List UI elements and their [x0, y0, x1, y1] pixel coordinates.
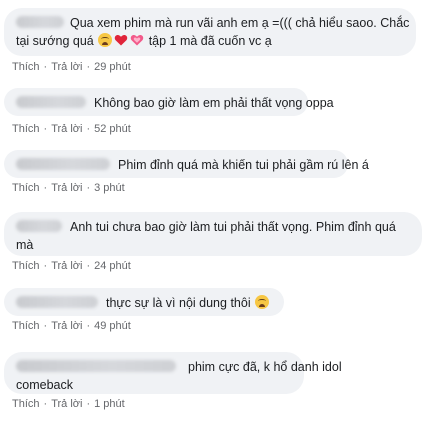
crying-face-icon [98, 33, 113, 47]
comment-text: tại sướng quá [16, 34, 94, 48]
comment-feed: Qua xem phim mà run vãi anh em ạ =((( ch… [0, 0, 442, 424]
like-button[interactable]: Thích [12, 398, 40, 410]
commenter-name[interactable] [16, 220, 62, 232]
comment-text: thực sự là vì nội dung thôi [106, 296, 251, 310]
separator-dot: · [86, 61, 91, 73]
like-button[interactable]: Thích [12, 123, 40, 135]
separator-dot: · [43, 182, 48, 194]
comment-actions: Thích · Trả lời · 3 phút [12, 182, 125, 194]
separator-dot: · [86, 182, 91, 194]
separator-dot: · [43, 61, 48, 73]
commenter-name[interactable] [16, 296, 98, 308]
like-button[interactable]: Thích [12, 61, 40, 73]
like-button[interactable]: Thích [12, 260, 40, 272]
comment-timestamp[interactable]: 1 phút [94, 398, 125, 410]
comment-timestamp[interactable]: 52 phút [94, 123, 131, 135]
comment-timestamp[interactable]: 3 phút [94, 182, 125, 194]
commenter-name[interactable] [16, 360, 176, 372]
comment-text: tập 1 mà đã cuốn vc ạ [145, 34, 272, 48]
separator-dot: · [43, 398, 48, 410]
comment-text: phim cực đã, k hổ danh idol [188, 360, 342, 374]
red-heart-icon [114, 33, 128, 47]
comment-text: Qua xem phim mà run vãi anh em ạ =((( ch… [70, 16, 410, 30]
reply-button[interactable]: Trả lời [51, 320, 82, 332]
comment-text: Phim đỉnh quá mà khiến tui phải gầm rú l… [118, 158, 369, 172]
comment-timestamp[interactable]: 29 phút [94, 61, 131, 73]
reply-button[interactable]: Trả lời [51, 123, 82, 135]
comment-bubble: Không bao giờ làm em phải thất vọng oppa [4, 88, 334, 116]
separator-dot: · [86, 320, 91, 332]
separator-dot: · [86, 260, 91, 272]
comment-bubble: thực sự là vì nội dung thôi [4, 288, 284, 316]
commenter-name[interactable] [16, 96, 86, 108]
growing-heart-icon [130, 33, 144, 47]
separator-dot: · [86, 123, 91, 135]
comment-text: mà [16, 238, 34, 252]
crying-face-icon [255, 295, 270, 309]
comment-bubble: Anh tui chưa bao giờ làm tui phải thất v… [4, 212, 422, 256]
comment-text: comeback [16, 378, 73, 392]
comment-bubble: Phim đỉnh quá mà khiến tui phải gầm rú l… [4, 150, 369, 178]
comment-bubble: Qua xem phim mà run vãi anh em ạ =((( ch… [4, 8, 416, 56]
separator-dot: · [43, 320, 48, 332]
like-button[interactable]: Thích [12, 320, 40, 332]
comment-actions: Thích · Trả lời · 52 phút [12, 123, 131, 135]
comment-text: Anh tui chưa bao giờ làm tui phải thất v… [70, 220, 396, 234]
separator-dot: · [43, 123, 48, 135]
comment-actions: Thích · Trả lời · 49 phút [12, 320, 131, 332]
comment-text: Không bao giờ làm em phải thất vọng oppa [94, 96, 334, 110]
reply-button[interactable]: Trả lời [51, 182, 82, 194]
reply-button[interactable]: Trả lời [51, 398, 82, 410]
comment-actions: Thích · Trả lời · 29 phút [12, 61, 131, 73]
comment-bubble: phim cực đã, k hổ danh idol comeback [4, 352, 342, 394]
comment-actions: Thích · Trả lời · 24 phút [12, 260, 131, 272]
comment-timestamp[interactable]: 49 phút [94, 320, 131, 332]
reply-button[interactable]: Trả lời [51, 61, 82, 73]
comment-timestamp[interactable]: 24 phút [94, 260, 131, 272]
reply-button[interactable]: Trả lời [51, 260, 82, 272]
separator-dot: · [43, 260, 48, 272]
commenter-name[interactable] [16, 16, 64, 28]
comment-actions: Thích · Trả lời · 1 phút [12, 398, 125, 410]
like-button[interactable]: Thích [12, 182, 40, 194]
commenter-name[interactable] [16, 158, 110, 170]
separator-dot: · [86, 398, 91, 410]
